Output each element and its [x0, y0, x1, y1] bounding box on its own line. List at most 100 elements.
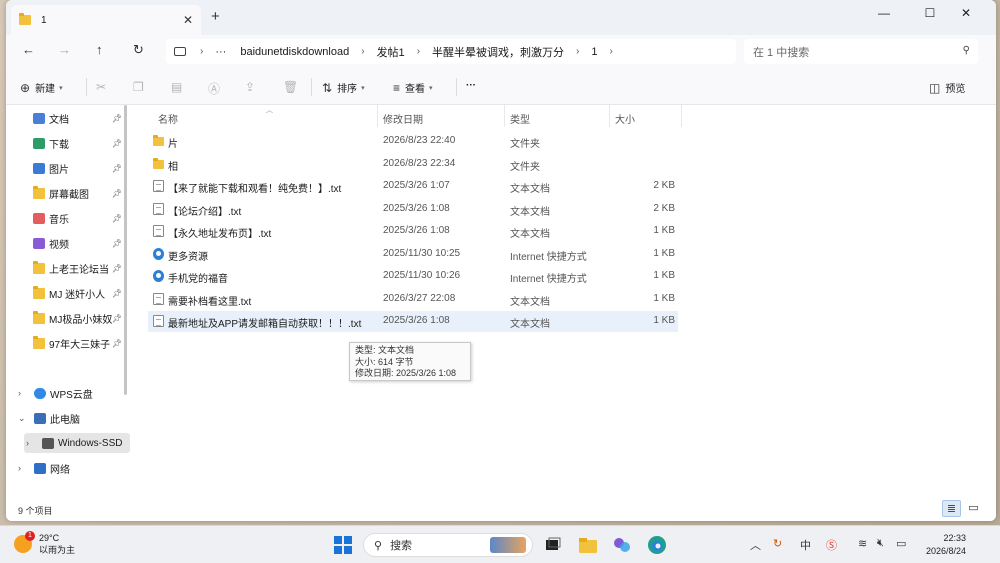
refresh-icon[interactable]: ↻ [133, 42, 144, 58]
back-arrow-icon[interactable]: ← [22, 42, 35, 57]
sidebar-item-label: MJ极品小妹奴 [49, 314, 113, 326]
sort-button[interactable]: ⇅ 排序 ▾ [322, 80, 365, 96]
sidebar-root-item[interactable]: ⌄ 此电脑 [18, 408, 80, 428]
sidebar-root-item[interactable]: › WPS云盘 [18, 383, 93, 403]
sidebar-item[interactable]: 图片 📌︎ [33, 158, 125, 178]
chevron-right-icon[interactable]: › [18, 463, 28, 473]
task-view-icon[interactable] [543, 535, 563, 555]
ime-indicator[interactable]: 中 [800, 537, 811, 553]
column-header-size[interactable]: 大小 [615, 111, 635, 126]
maximize-button[interactable]: ☐ [912, 2, 948, 24]
pin-icon[interactable]: 📌︎ [112, 314, 122, 323]
sidebar-root-item[interactable]: › Windows-SSD [24, 433, 130, 453]
chevron-right-icon[interactable]: › [18, 388, 28, 398]
up-arrow-icon[interactable]: ↑ [96, 42, 103, 57]
wps-icon[interactable]: Ⓢ [826, 537, 837, 553]
chevron-right-icon[interactable]: › [417, 46, 420, 57]
pin-icon[interactable]: 📌︎ [112, 289, 122, 298]
sidebar-item[interactable]: 文档 📌︎ [33, 108, 125, 128]
share-button[interactable]: ⇪ [245, 80, 260, 94]
search-input[interactable]: 在 1 中搜索 ⚲ [744, 39, 978, 64]
sync-icon[interactable]: ↻ [773, 537, 782, 550]
sidebar-item[interactable]: 下载 📌︎ [33, 133, 125, 153]
file-row[interactable]: 【论坛介绍】.txt 2025/3/26 1:08 文本文档 2 KB [148, 199, 678, 220]
tab-current[interactable]: 1 ✕ [11, 5, 201, 35]
column-header-type[interactable]: 类型 [510, 111, 530, 126]
battery-icon[interactable]: ▭ [896, 537, 906, 550]
file-row[interactable]: 【来了就能下载和观看！纯免费！】.txt 2025/3/26 1:07 文本文档 2 … [148, 176, 678, 197]
chevron-right-icon[interactable]: › [610, 46, 613, 57]
preview-pane-button[interactable]: ◫ 预览 [929, 80, 965, 96]
copy-button[interactable]: ❐ [133, 80, 149, 94]
file-row[interactable]: 更多资源 2025/11/30 10:25 Internet 快捷方式 1 KB [148, 244, 678, 265]
tiles-view-button[interactable]: ▭ [964, 500, 983, 517]
address-more[interactable]: ··· [215, 46, 226, 58]
pin-icon[interactable]: 📌︎ [112, 339, 122, 348]
pin-icon[interactable]: 📌︎ [112, 189, 122, 198]
sidebar-item[interactable]: 上老王论坛当 📌︎ [33, 258, 125, 278]
file-explorer-taskbar-icon[interactable] [578, 535, 598, 555]
speaker-muted-icon[interactable]: 🔇︎ [877, 537, 884, 550]
pin-icon[interactable]: 📌︎ [112, 239, 122, 248]
column-header-name[interactable]: 名称 [158, 111, 178, 126]
column-header-modified[interactable]: 修改日期 [383, 111, 423, 126]
pin-icon[interactable]: 📌︎ [112, 214, 122, 223]
sidebar-item[interactable]: 屏幕截图 📌︎ [33, 183, 125, 203]
computer-icon [34, 412, 46, 424]
file-row[interactable]: 【永久地址发布页】.txt 2025/3/26 1:08 文本文档 1 KB [148, 221, 678, 242]
new-button[interactable]: ⊕ 新建 ▾ [20, 80, 63, 96]
file-row[interactable]: 相 2026/8/23 22:34 文件夹 [148, 154, 678, 175]
file-row[interactable]: 片 2026/8/23 22:40 文件夹 [148, 131, 678, 152]
column-divider[interactable] [681, 105, 682, 127]
column-divider[interactable] [377, 105, 378, 127]
details-view-button[interactable]: ≣ [942, 500, 961, 517]
rename-button[interactable]: Ⓐ [208, 80, 225, 97]
sidebar-item[interactable]: 音乐 📌︎ [33, 208, 125, 228]
wifi-icon[interactable]: ≋ [858, 537, 867, 550]
breadcrumb-segment[interactable]: 1 [591, 46, 597, 58]
sidebar-item[interactable]: MJ 迷奸小人 📌︎ [33, 283, 125, 303]
chevron-right-icon[interactable]: › [26, 438, 36, 448]
more-options-button[interactable]: ··· [466, 80, 476, 91]
pin-icon[interactable]: 📌︎ [112, 164, 122, 173]
chevron-right-icon[interactable]: › [361, 46, 364, 57]
chevron-up-icon[interactable]: ︿ [750, 537, 761, 553]
taskbar-search[interactable]: ⚲ 搜索 [363, 533, 533, 557]
sidebar-scrollbar[interactable] [124, 105, 127, 395]
sidebar-root-item[interactable]: › 网络 [18, 458, 70, 478]
breadcrumb-segment[interactable]: 发帖1 [377, 44, 405, 60]
column-divider[interactable] [609, 105, 610, 127]
cut-button[interactable]: ✂ [96, 80, 111, 94]
file-row[interactable]: 需要补档看这里.txt 2026/3/27 22:08 文本文档 1 KB [148, 289, 678, 310]
view-button[interactable]: ≡ 查看 ▾ [393, 80, 433, 96]
tab-close-icon[interactable]: ✕ [183, 13, 193, 27]
minimize-button[interactable]: — [866, 2, 902, 24]
file-modified: 2026/8/23 22:34 [383, 157, 456, 169]
pin-icon[interactable]: 📌︎ [112, 114, 122, 123]
sidebar-item[interactable]: MJ极品小妹奴 📌︎ [33, 308, 125, 328]
delete-button[interactable]: 🗑︎ [283, 80, 303, 94]
drive-icon [42, 437, 54, 449]
pin-icon[interactable]: 📌︎ [112, 264, 122, 273]
new-tab-button[interactable]: + [211, 8, 220, 25]
paste-button[interactable]: ▤ [171, 80, 187, 94]
sidebar-item[interactable]: 97年大三妹子 📌︎ [33, 333, 125, 353]
file-row[interactable]: 手机党的福音 2025/11/30 10:26 Internet 快捷方式 1 KB [148, 266, 678, 287]
breadcrumb-segment[interactable]: 半醒半晕被调戏，刺激万分 [432, 44, 564, 60]
divider [456, 78, 457, 96]
copilot-icon[interactable] [612, 535, 632, 555]
weather-widget[interactable]: 1 29°C 以雨为主 [14, 531, 75, 556]
chevron-down-icon[interactable]: ⌄ [18, 413, 28, 424]
file-row[interactable]: 最新地址及APP请发邮箱自动获取！！！.txt 2025/3/26 1:08 文本文… [148, 311, 678, 332]
edge-browser-icon[interactable] [647, 535, 667, 555]
forward-arrow-icon[interactable]: → [58, 42, 71, 57]
address-bar[interactable]: › ··· baidunetdiskdownload › 发帖1 › 半醒半晕被… [166, 39, 736, 64]
chevron-right-icon[interactable]: › [576, 46, 579, 57]
clock[interactable]: 22:33 2026/8/24 [926, 532, 966, 558]
close-window-button[interactable]: ✕ [948, 2, 984, 24]
breadcrumb-segment[interactable]: baidunetdiskdownload [240, 46, 349, 58]
column-divider[interactable] [504, 105, 505, 127]
sidebar-item[interactable]: 视频 📌︎ [33, 233, 125, 253]
pin-icon[interactable]: 📌︎ [112, 139, 122, 148]
start-button[interactable] [333, 535, 353, 555]
